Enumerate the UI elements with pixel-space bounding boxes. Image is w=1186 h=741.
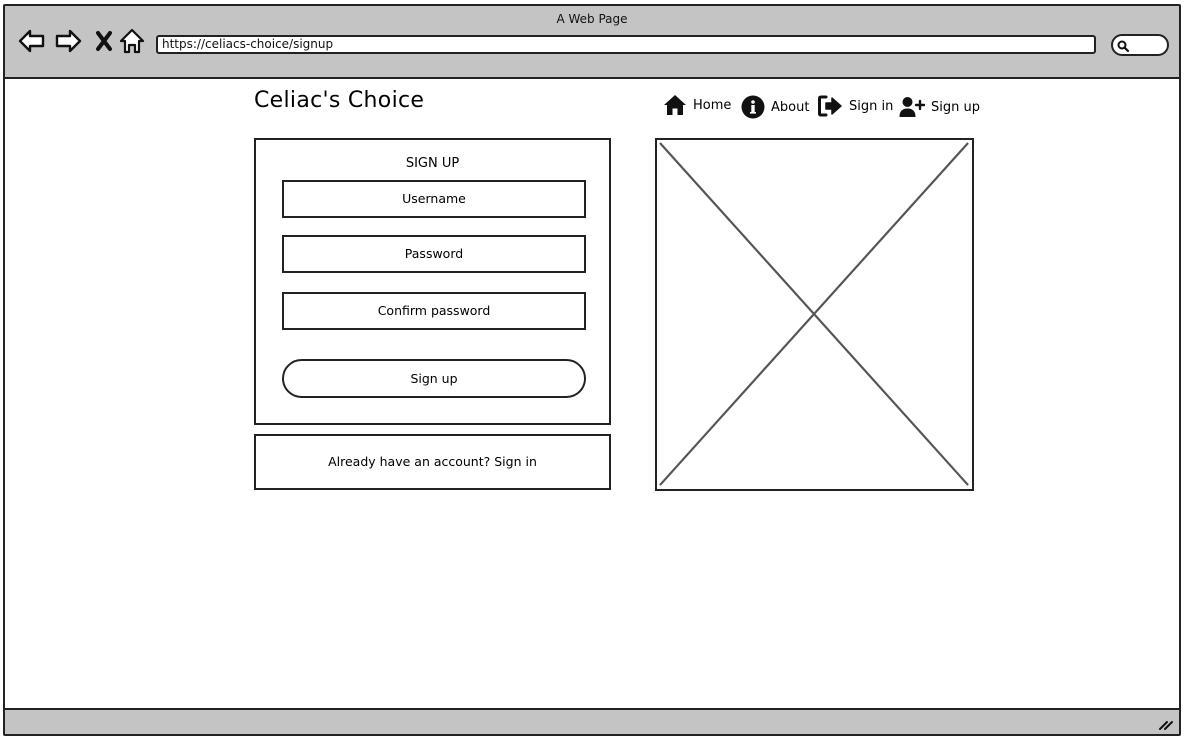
- back-arrow-icon[interactable]: [17, 26, 47, 56]
- nav-item-sign-in[interactable]: Sign in: [818, 93, 893, 119]
- sign-in-icon: [818, 95, 842, 117]
- forward-arrow-icon[interactable]: [53, 26, 83, 56]
- url-bar[interactable]: https://celiacs-choice/signup: [156, 35, 1096, 54]
- nav-label: Sign up: [931, 99, 980, 115]
- nav-item-home[interactable]: Home: [663, 92, 731, 118]
- signup-heading: SIGN UP: [405, 156, 460, 171]
- signin-prompt-card: Already have an account? Sign in: [254, 434, 611, 490]
- home-outline-icon[interactable]: [117, 26, 147, 56]
- nav-label: Home: [693, 97, 732, 113]
- sign-up-button[interactable]: Sign up: [282, 359, 586, 398]
- info-icon: [741, 95, 765, 119]
- browser-titlebar: A Web Page https://celiacs-choice/signup: [5, 6, 1179, 79]
- password-field[interactable]: Password: [282, 235, 586, 273]
- resize-grip-icon[interactable]: [1157, 715, 1173, 731]
- home-icon: [664, 95, 686, 115]
- nav-label: Sign in: [849, 98, 894, 114]
- close-icon[interactable]: [89, 26, 119, 56]
- image-placeholder: [655, 138, 974, 491]
- nav-item-about[interactable]: About: [741, 94, 809, 120]
- browser-statusbar: [5, 708, 1179, 734]
- username-field[interactable]: Username: [282, 180, 586, 218]
- window-title: A Web Page: [556, 12, 628, 26]
- browser-search-field[interactable]: [1111, 34, 1169, 56]
- user-plus-icon: [899, 97, 925, 117]
- site-brand[interactable]: Celiac's Choice: [254, 88, 424, 113]
- nav-label: About: [771, 99, 810, 115]
- nav-item-sign-up[interactable]: Sign up: [899, 94, 980, 120]
- image-placeholder-icon: [659, 142, 969, 486]
- search-icon: [1117, 40, 1130, 53]
- signup-card: SIGN UP Username Password Confirm passwo…: [254, 138, 611, 425]
- signin-link[interactable]: Already have an account? Sign in: [256, 436, 609, 488]
- confirm-password-field[interactable]: Confirm password: [282, 292, 586, 330]
